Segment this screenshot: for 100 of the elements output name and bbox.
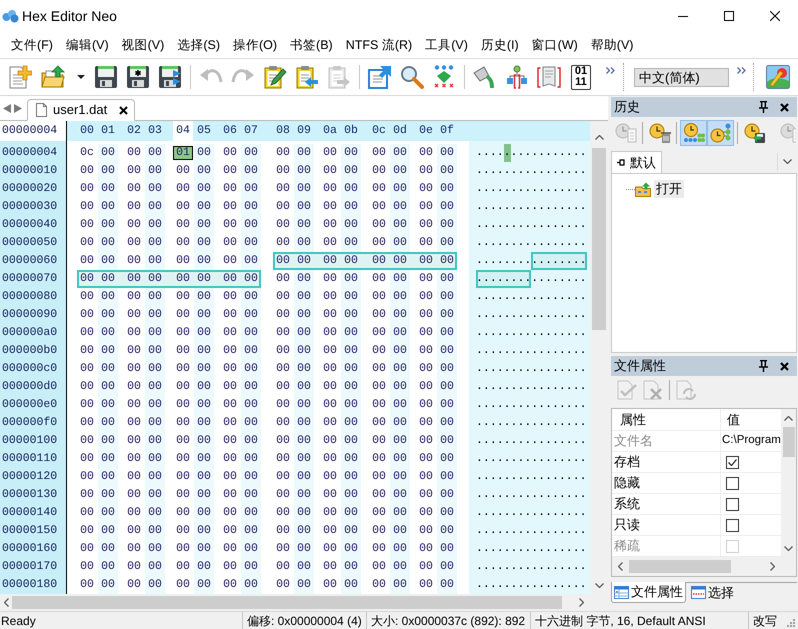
hex-byte[interactable]: 00 xyxy=(220,288,240,306)
hex-byte[interactable]: 00 xyxy=(124,540,144,558)
hex-byte[interactable]: 00 xyxy=(390,558,410,576)
hex-byte[interactable]: 00 xyxy=(98,414,118,432)
hex-byte[interactable]: 00 xyxy=(241,252,261,270)
hex-byte[interactable]: 00 xyxy=(241,432,261,450)
hex-byte[interactable]: 00 xyxy=(173,342,193,360)
hex-byte[interactable]: 00 xyxy=(98,504,118,522)
hex-byte[interactable]: 00 xyxy=(77,252,97,270)
hex-byte[interactable]: 00 xyxy=(437,540,457,558)
hex-byte[interactable]: 00 xyxy=(241,342,261,360)
hex-byte[interactable]: 00 xyxy=(98,234,118,252)
hex-byte[interactable]: 00 xyxy=(173,162,193,180)
hex-byte[interactable]: 00 xyxy=(341,558,361,576)
hex-byte[interactable]: 00 xyxy=(220,162,240,180)
hex-byte[interactable]: 00 xyxy=(437,270,457,288)
hex-byte[interactable]: 00 xyxy=(320,396,340,414)
hex-byte[interactable]: 00 xyxy=(273,450,293,468)
hex-byte[interactable]: 00 xyxy=(273,288,293,306)
menu-item[interactable]: 帮助(V) xyxy=(584,36,640,54)
hex-byte[interactable]: 00 xyxy=(416,576,436,594)
hex-byte[interactable]: 00 xyxy=(390,360,410,378)
hex-byte[interactable]: 00 xyxy=(77,414,97,432)
hex-byte[interactable]: 00 xyxy=(294,216,314,234)
hex-byte[interactable]: 00 xyxy=(241,558,261,576)
hex-byte[interactable]: 00 xyxy=(241,378,261,396)
hex-byte[interactable]: 00 xyxy=(124,162,144,180)
hex-byte[interactable]: 00 xyxy=(369,486,389,504)
hex-byte[interactable]: 00 xyxy=(145,162,165,180)
hex-byte[interactable]: 00 xyxy=(341,234,361,252)
hex-byte[interactable]: 00 xyxy=(416,558,436,576)
hex-byte[interactable]: 00 xyxy=(369,360,389,378)
hex-byte[interactable]: 00 xyxy=(369,504,389,522)
hex-byte[interactable]: 00 xyxy=(369,288,389,306)
hex-byte[interactable]: 00 xyxy=(273,378,293,396)
hex-byte[interactable]: 00 xyxy=(124,378,144,396)
hex-byte[interactable]: 00 xyxy=(341,522,361,540)
hex-byte[interactable]: 00 xyxy=(145,252,165,270)
hex-byte[interactable]: 00 xyxy=(416,486,436,504)
menu-item[interactable]: NTFS 流(R) xyxy=(340,36,420,54)
hex-byte[interactable]: 00 xyxy=(437,324,457,342)
hex-byte[interactable]: 00 xyxy=(416,234,436,252)
hex-byte[interactable]: 00 xyxy=(173,324,193,342)
hex-byte[interactable]: 00 xyxy=(124,198,144,216)
hex-byte[interactable]: 00 xyxy=(320,468,340,486)
hex-byte[interactable]: 00 xyxy=(294,522,314,540)
hex-byte[interactable]: 00 xyxy=(341,576,361,594)
hex-byte[interactable]: 00 xyxy=(294,540,314,558)
hex-byte[interactable]: 00 xyxy=(173,558,193,576)
chevron-right-icon[interactable] xyxy=(770,562,775,571)
hex-byte[interactable]: 00 xyxy=(220,432,240,450)
hex-byte[interactable]: 00 xyxy=(241,180,261,198)
hex-byte[interactable]: 00 xyxy=(98,522,118,540)
menu-item[interactable]: 历史(I) xyxy=(474,36,526,54)
hex-byte[interactable]: 00 xyxy=(173,180,193,198)
hex-byte[interactable]: 00 xyxy=(241,486,261,504)
hex-byte[interactable]: 00 xyxy=(194,342,214,360)
hex-byte[interactable]: 00 xyxy=(77,378,97,396)
hex-byte[interactable]: 00 xyxy=(273,234,293,252)
hex-byte[interactable]: 00 xyxy=(437,504,457,522)
vertical-scrollbar[interactable] xyxy=(781,409,796,557)
hex-byte[interactable]: 00 xyxy=(145,324,165,342)
hex-byte[interactable]: 00 xyxy=(241,306,261,324)
hex-byte[interactable]: 00 xyxy=(390,306,410,324)
hex-byte[interactable]: 00 xyxy=(124,414,144,432)
hex-byte[interactable]: 00 xyxy=(341,288,361,306)
checkbox[interactable] xyxy=(726,456,739,468)
hex-byte[interactable]: 00 xyxy=(294,450,314,468)
chevron-left-icon[interactable] xyxy=(4,598,8,607)
chevron-up-icon[interactable] xyxy=(594,135,604,140)
hex-byte[interactable]: 00 xyxy=(145,360,165,378)
hex-byte[interactable]: 00 xyxy=(77,540,97,558)
hex-byte[interactable]: 00 xyxy=(320,288,340,306)
toolbar-button[interactable] xyxy=(156,63,184,91)
hex-byte[interactable]: 00 xyxy=(341,198,361,216)
hex-byte[interactable]: 00 xyxy=(341,468,361,486)
hex-byte[interactable]: 00 xyxy=(241,522,261,540)
hex-byte[interactable]: 00 xyxy=(77,504,97,522)
hex-byte[interactable]: 00 xyxy=(416,468,436,486)
hex-byte[interactable]: 00 xyxy=(437,288,457,306)
hex-byte[interactable]: 00 xyxy=(194,378,214,396)
hex-byte[interactable]: 00 xyxy=(416,396,436,414)
hex-byte[interactable]: 00 xyxy=(341,162,361,180)
panel-tab[interactable]: 文件属性 xyxy=(611,582,686,603)
hex-byte[interactable]: 00 xyxy=(220,342,240,360)
menu-item[interactable]: 视图(V) xyxy=(116,36,172,54)
hex-byte[interactable]: 00 xyxy=(77,162,97,180)
toolbar-overflow-button[interactable] xyxy=(604,64,616,76)
hex-byte[interactable]: 00 xyxy=(320,558,340,576)
hex-byte[interactable]: 00 xyxy=(194,270,214,288)
hex-byte[interactable]: 00 xyxy=(98,450,118,468)
hex-byte[interactable]: 00 xyxy=(241,162,261,180)
hex-byte[interactable]: 00 xyxy=(390,414,410,432)
hex-byte[interactable]: 00 xyxy=(369,342,389,360)
horizontal-scrollbar[interactable] xyxy=(0,594,608,611)
hex-byte[interactable]: 00 xyxy=(194,468,214,486)
hex-byte[interactable]: 00 xyxy=(220,504,240,522)
hex-byte[interactable]: 00 xyxy=(77,486,97,504)
hex-byte[interactable]: 00 xyxy=(341,540,361,558)
hex-byte[interactable]: 00 xyxy=(173,540,193,558)
